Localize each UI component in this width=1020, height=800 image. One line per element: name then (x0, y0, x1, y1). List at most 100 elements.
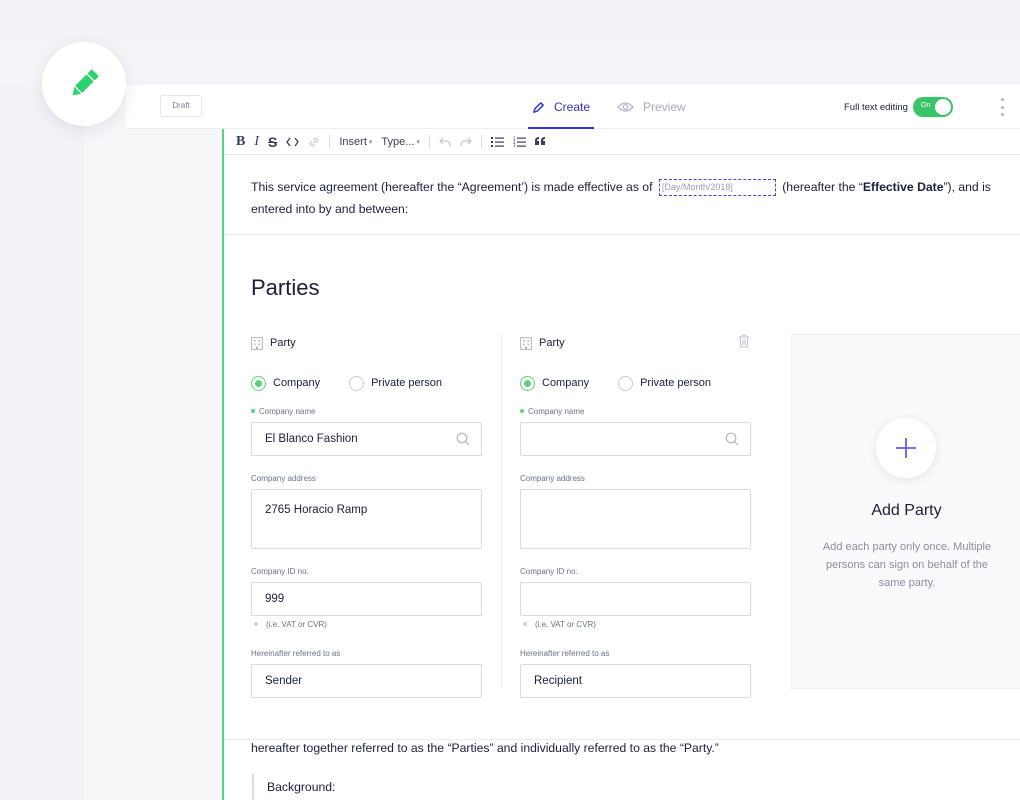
background-top (0, 0, 1020, 85)
party-type-radios: Company Private person (520, 375, 751, 391)
type-dropdown[interactable]: Type... (381, 133, 420, 151)
referred-as-label: Hereinafter referred to as (251, 648, 341, 658)
bullet-list-button[interactable] (490, 133, 504, 151)
company-radio[interactable]: Company (251, 375, 321, 391)
add-party-description: Add each party only once. Multiple perso… (822, 541, 992, 589)
italic-button[interactable]: I (254, 133, 259, 151)
company-id-input[interactable]: 999 (251, 582, 482, 616)
redo-button[interactable] (460, 133, 472, 151)
building-icon (251, 336, 263, 350)
company-address-input[interactable]: 2765 Horacio Ramp (251, 489, 482, 549)
private-person-radio[interactable]: Private person (349, 375, 443, 391)
strikethrough-button[interactable]: S (268, 133, 277, 151)
company-id-hint: (i.e. VAT or CVR) (520, 619, 751, 629)
company-name-label: Company name (251, 406, 482, 416)
top-bar: Draft Create Preview Full text editing O… (126, 85, 1020, 129)
party-header: Party (251, 334, 482, 352)
background-label: Background: (267, 780, 336, 794)
svg-text:3: 3 (513, 143, 516, 147)
company-address-value: 2765 Horacio Ramp (265, 504, 368, 516)
company-name-value: El Blanco Fashion (265, 433, 358, 445)
link-button[interactable] (308, 133, 320, 151)
effective-date-term: Effective Date (862, 180, 944, 194)
toolbar-divider (480, 134, 482, 149)
bullet-list-icon (490, 137, 504, 147)
plus-icon (896, 438, 916, 458)
company-address-label: Company address (251, 473, 316, 483)
referred-as-input[interactable]: Sender (251, 664, 482, 698)
referred-as-label: Hereinafter referred to as (520, 648, 610, 658)
parties-summary-text[interactable]: hereafter together referred to as the “P… (251, 741, 719, 755)
company-id-label: Company ID no. (251, 566, 309, 576)
parties-heading: Parties (251, 275, 320, 300)
code-icon (286, 137, 300, 146)
left-panel (84, 85, 222, 800)
party-title: Party (270, 337, 296, 349)
document-editor: B I S Insert Type... 123 This service ag (222, 129, 1020, 800)
company-id-label: Company ID no. (520, 566, 578, 576)
undo-icon (439, 137, 451, 146)
background-blockquote[interactable]: Background: (252, 774, 335, 800)
bold-button[interactable]: B (236, 133, 245, 151)
effective-date-field[interactable]: [Day/Month/2018] (658, 179, 776, 197)
referred-as-input[interactable]: Recipient (520, 664, 751, 698)
party-type-radios: Company Private person (251, 375, 482, 391)
company-id-value: 999 (265, 593, 285, 605)
search-icon[interactable] (725, 432, 739, 446)
section-divider (224, 739, 1020, 740)
tab-create[interactable]: Create (527, 85, 595, 129)
company-id-hint: (i.e. VAT or CVR) (251, 619, 482, 629)
company-address-label: Company address (520, 473, 585, 483)
pencil-icon (72, 69, 99, 96)
company-radio[interactable]: Company (520, 375, 590, 391)
draft-status[interactable]: Draft (160, 95, 202, 117)
tab-preview[interactable]: Preview (617, 85, 686, 129)
private-person-radio-label: Private person (371, 377, 443, 389)
pencil-icon (533, 101, 544, 113)
company-id-input[interactable] (520, 582, 751, 616)
quote-icon (534, 137, 545, 145)
company-address-input[interactable] (520, 489, 751, 549)
intro-text-2: (hereafter the “ (782, 180, 863, 194)
add-party-panel: Add Party Add each party only once. Mult… (791, 334, 1020, 689)
toolbar-divider (428, 134, 430, 149)
toolbar-divider (329, 134, 331, 149)
company-radio-label: Company (273, 377, 321, 389)
tab-create-label: Create (554, 100, 591, 114)
toggle-knob (935, 99, 951, 115)
private-person-radio-label: Private person (640, 377, 712, 389)
company-name-label: Company name (520, 406, 751, 416)
company-radio-label: Company (542, 377, 590, 389)
toggle-label: On (921, 102, 931, 109)
format-toolbar: B I S Insert Type... 123 (224, 129, 1020, 155)
referred-as-value: Sender (265, 675, 303, 687)
numbered-list-button[interactable]: 123 (513, 133, 526, 151)
add-party-title: Add Party (871, 502, 942, 519)
numbered-list-icon: 123 (513, 136, 526, 147)
private-person-radio[interactable]: Private person (618, 375, 712, 391)
company-name-input[interactable] (520, 422, 751, 456)
more-menu-icon[interactable] (1000, 98, 1004, 116)
company-name-input[interactable]: El Blanco Fashion (251, 422, 482, 456)
trash-icon[interactable] (738, 334, 750, 348)
party-column-divider (501, 334, 502, 688)
party-card: Party Company Private person Company nam… (520, 334, 751, 698)
full-text-toggle[interactable]: On (913, 97, 953, 117)
party-title: Party (539, 337, 565, 349)
referred-as-value: Recipient (534, 675, 582, 687)
add-party-button[interactable] (876, 418, 936, 478)
link-icon (310, 137, 319, 146)
redo-icon (460, 137, 472, 146)
building-icon (520, 336, 532, 350)
undo-button[interactable] (439, 133, 451, 151)
code-button[interactable] (286, 133, 300, 151)
intro-text-1: This service agreement (hereafter the “A… (251, 180, 653, 194)
eye-icon (617, 102, 634, 112)
quote-button[interactable] (534, 133, 546, 151)
tab-preview-label: Preview (643, 100, 686, 114)
search-icon[interactable] (456, 432, 470, 446)
insert-dropdown[interactable]: Insert (339, 133, 372, 151)
section-divider (224, 234, 1020, 235)
party-card: Party Company Private person Company nam… (251, 334, 482, 698)
intro-paragraph[interactable]: This service agreement (hereafter the “A… (251, 176, 1001, 220)
